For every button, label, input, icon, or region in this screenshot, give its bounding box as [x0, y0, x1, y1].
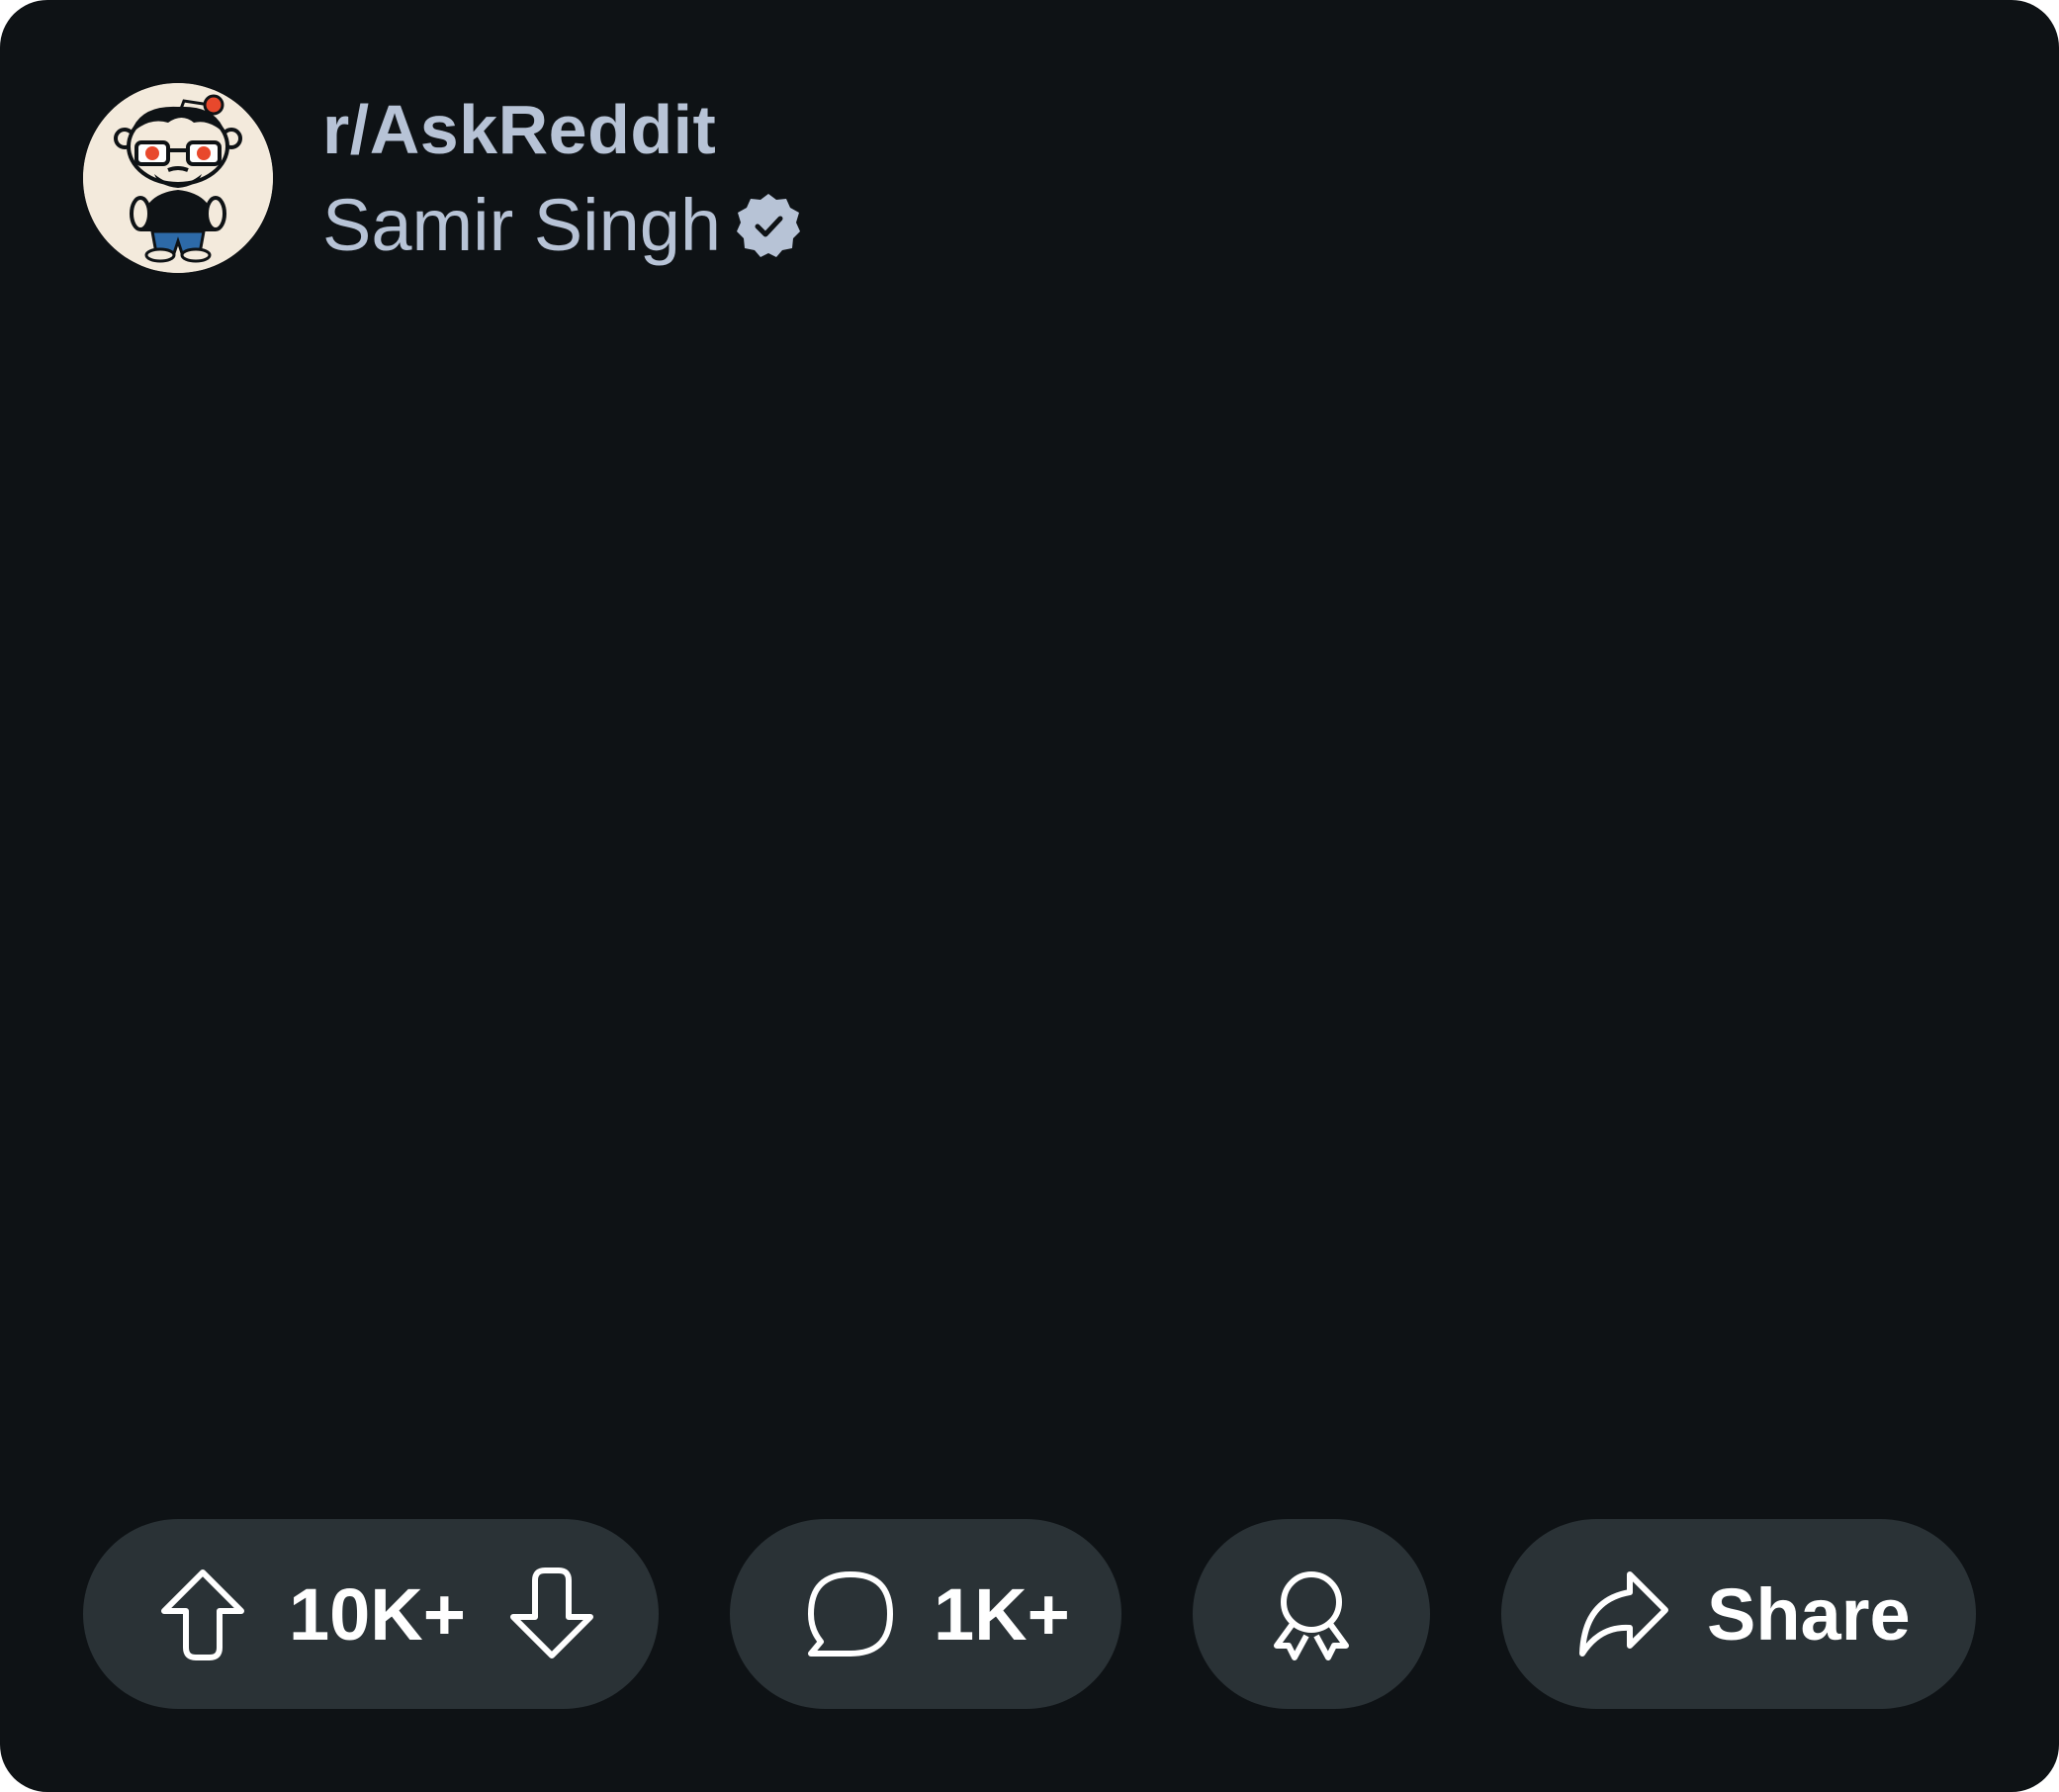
- vote-count: 10K+: [289, 1572, 466, 1656]
- share-arrow-icon: [1576, 1570, 1671, 1658]
- post-header: r/AskReddit Samir Singh: [83, 83, 804, 273]
- snoo-avatar-icon: [83, 83, 273, 273]
- share-label: Share: [1707, 1572, 1911, 1656]
- post-meta: r/AskReddit Samir Singh: [322, 83, 804, 273]
- comment-bubble-icon: [805, 1568, 896, 1659]
- comment-count: 1K+: [934, 1572, 1070, 1656]
- upvote-arrow-icon[interactable]: [158, 1567, 247, 1661]
- avatar[interactable]: [83, 83, 273, 273]
- author-name[interactable]: Samir Singh: [322, 178, 721, 273]
- share-button[interactable]: Share: [1501, 1519, 1976, 1709]
- post-card: r/AskReddit Samir Singh 10K+ 1K+ Share: [0, 0, 2059, 1792]
- subreddit-name[interactable]: r/AskReddit: [322, 83, 804, 176]
- award-medal-icon: [1267, 1567, 1356, 1661]
- verified-badge-icon: [733, 190, 804, 261]
- author-row: Samir Singh: [322, 178, 804, 273]
- downvote-arrow-icon[interactable]: [507, 1567, 596, 1661]
- comments-button[interactable]: 1K+: [730, 1519, 1121, 1709]
- award-button[interactable]: [1193, 1519, 1430, 1709]
- vote-pill: 10K+: [83, 1519, 659, 1709]
